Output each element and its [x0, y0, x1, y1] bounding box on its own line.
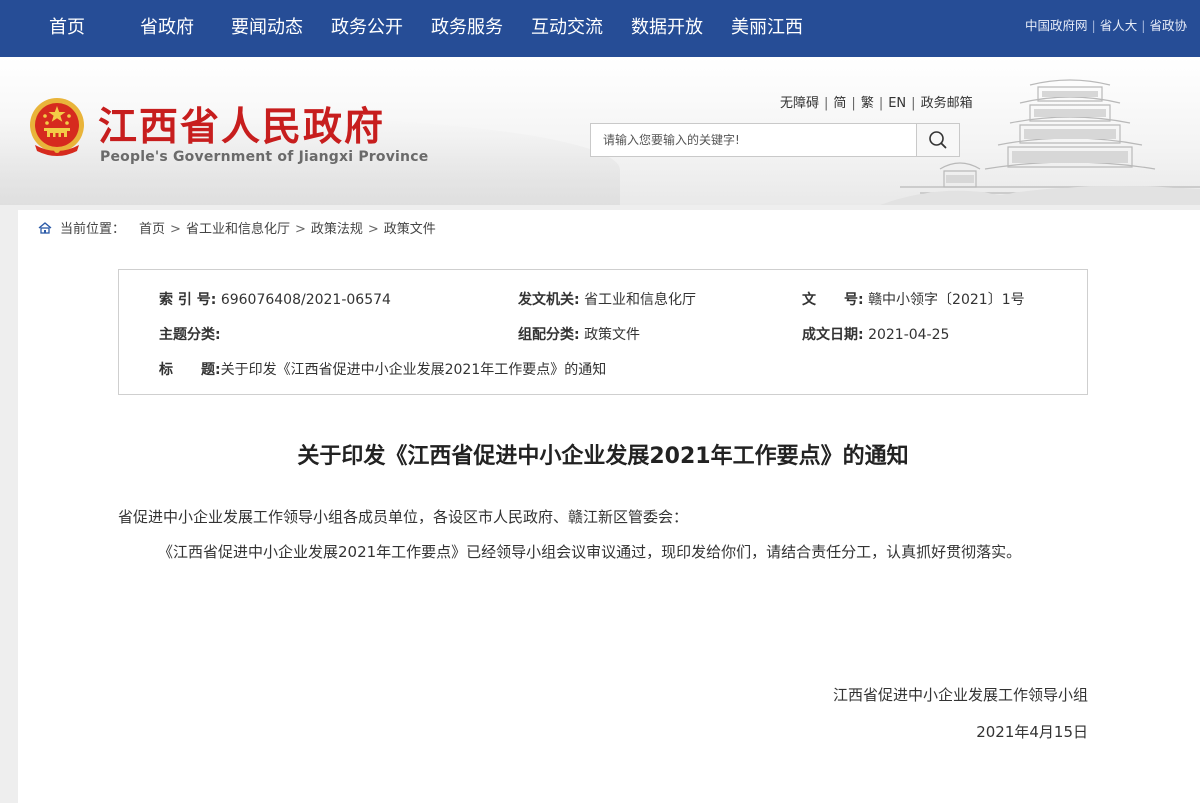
- separator: |: [1091, 18, 1096, 33]
- meta-date-value: 2021-04-25: [868, 327, 950, 343]
- meta-category-label: 组配分类:: [518, 327, 580, 343]
- separator: |: [1141, 18, 1146, 33]
- meta-title-label: 标 题:: [159, 362, 221, 378]
- link-accessibility[interactable]: 无障碍: [780, 96, 819, 111]
- breadcrumb-label: 当前位置：: [60, 222, 126, 237]
- link-traditional-chinese[interactable]: 繁: [861, 96, 874, 111]
- breadcrumb-separator: >: [294, 222, 306, 237]
- nav-item-gov-services[interactable]: 政务服务: [431, 0, 503, 57]
- breadcrumb-separator: >: [170, 222, 181, 237]
- meta-issuer-label: 发文机关:: [518, 292, 580, 308]
- national-emblem-icon[interactable]: [27, 97, 87, 159]
- nav-item-open-data[interactable]: 数据开放: [631, 0, 703, 57]
- breadcrumb-department[interactable]: 省工业和信息化厅: [186, 222, 290, 237]
- breadcrumb-policy-documents[interactable]: 政策文件: [384, 222, 436, 237]
- article-body: 《江西省促进中小企业发展2021年工作要点》已经领导小组会议审议通过，现印发给你…: [158, 543, 1022, 561]
- nav-item-beautiful-jiangxi[interactable]: 美丽江西: [731, 0, 803, 57]
- link-provincial-congress[interactable]: 省人大: [1100, 18, 1138, 33]
- site-header: 江西省人民政府 People's Government of Jiangxi P…: [0, 57, 1200, 205]
- nav-item-interaction[interactable]: 互动交流: [531, 0, 603, 57]
- nav-item-provincial-government[interactable]: 省政府: [140, 0, 194, 57]
- nav-item-news[interactable]: 要闻动态: [231, 0, 303, 57]
- link-provincial-cppcc[interactable]: 省政协: [1149, 18, 1187, 33]
- meta-issuer-value: 省工业和信息化厅: [584, 292, 697, 308]
- document-metadata-box: 索 引 号: 696076408/2021-06574 发文机关: 省工业和信息…: [118, 269, 1088, 395]
- meta-topic: 主题分类:: [159, 324, 221, 344]
- meta-issuer: 发文机关: 省工业和信息化厅: [518, 289, 696, 309]
- top-external-links: 中国政府网 | 省人大 | 省政协: [1025, 0, 1187, 57]
- meta-doc-number-label: 文 号:: [802, 292, 864, 308]
- meta-date: 成文日期: 2021-04-25: [802, 324, 949, 344]
- link-simplified-chinese[interactable]: 简: [833, 96, 846, 111]
- nav-item-public-affairs[interactable]: 政务公开: [331, 0, 403, 57]
- content-panel: 当前位置： 首页 > 省工业和信息化厅 > 政策法规 > 政策文件 索 引 号: 696076…: [18, 210, 1200, 803]
- nav-item-home[interactable]: 首页: [49, 0, 85, 57]
- separator: |: [824, 96, 829, 111]
- meta-title: 标 题:关于印发《江西省促进中小企业发展2021年工作要点》的通知: [159, 359, 606, 379]
- home-icon: [38, 222, 52, 234]
- site-subtitle: People's Government of Jiangxi Province: [100, 149, 429, 165]
- meta-date-label: 成文日期:: [802, 327, 864, 343]
- meta-category-value: 政策文件: [584, 327, 641, 343]
- separator: |: [851, 96, 856, 111]
- site-title[interactable]: 江西省人民政府: [98, 96, 385, 152]
- breadcrumb-home[interactable]: 首页: [139, 222, 165, 237]
- article-title: 关于印发《江西省促进中小企业发展2021年工作要点》的通知: [297, 444, 909, 469]
- pagoda-illustration: [880, 79, 1200, 205]
- article-date: 2021年4月15日: [976, 723, 1088, 741]
- meta-category: 组配分类: 政策文件: [518, 324, 640, 344]
- meta-index-value: 696076408/2021-06574: [220, 292, 391, 308]
- meta-doc-number: 文 号: 赣中小领字〔2021〕1号: [802, 289, 1025, 309]
- meta-doc-number-value: 赣中小领字〔2021〕1号: [868, 292, 1025, 308]
- breadcrumb-policies[interactable]: 政策法规: [311, 222, 363, 237]
- link-central-government[interactable]: 中国政府网: [1025, 18, 1088, 33]
- meta-topic-label: 主题分类:: [159, 327, 221, 343]
- search-input[interactable]: [591, 124, 917, 156]
- breadcrumb-separator: >: [367, 222, 379, 237]
- breadcrumb: 当前位置： 首页 > 省工业和信息化厅 > 政策法规 > 政策文件: [38, 218, 436, 237]
- article-salutation: 省促进中小企业发展工作领导小组各成员单位，各设区市人民政府、赣江新区管委会：: [118, 508, 689, 526]
- meta-index: 索 引 号: 696076408/2021-06574: [159, 289, 391, 309]
- meta-index-label: 索 引 号:: [159, 292, 217, 308]
- article-signature: 江西省促进中小企业发展工作领导小组: [832, 686, 1088, 704]
- meta-title-value: 关于印发《江西省促进中小企业发展2021年工作要点》的通知: [220, 362, 607, 378]
- top-nav-bar: 首页 省政府 要闻动态 政务公开 政务服务 互动交流 数据开放 美丽江西 中国政…: [0, 0, 1200, 57]
